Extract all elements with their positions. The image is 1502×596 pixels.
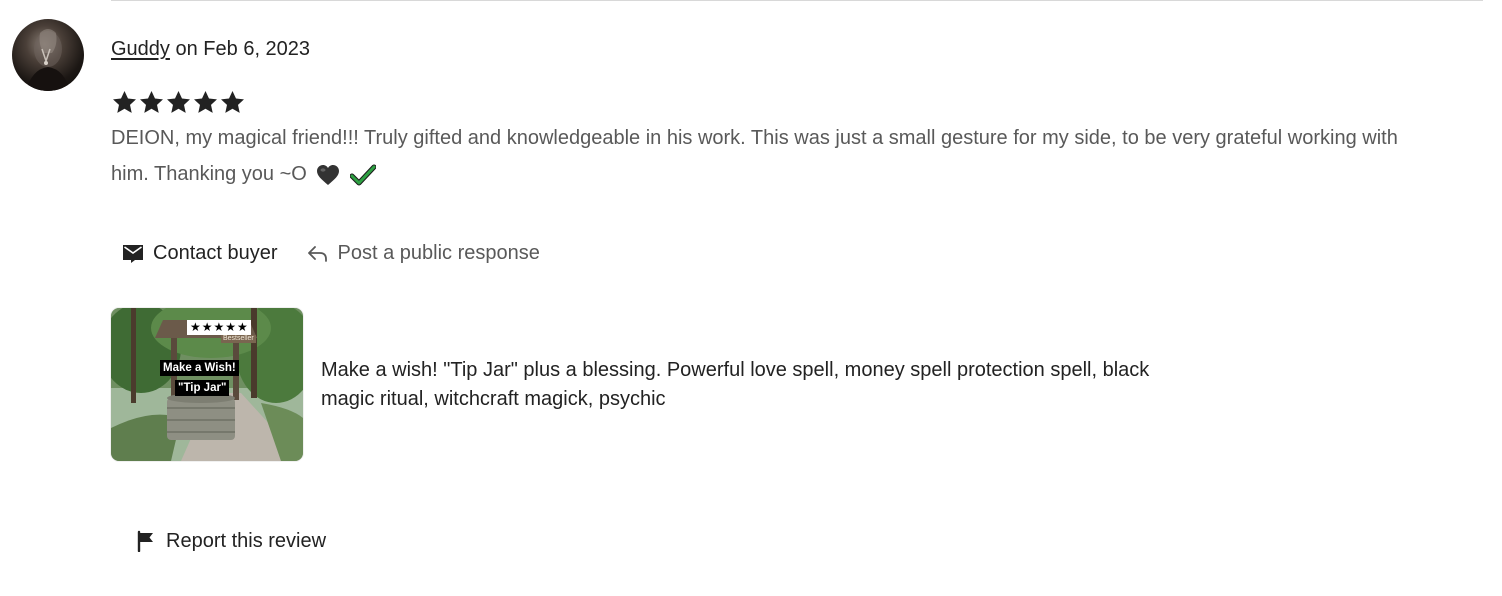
black-heart-icon [316, 164, 340, 186]
star-icon [165, 89, 192, 116]
contact-buyer-label: Contact buyer [153, 241, 278, 264]
review-date: Feb 6, 2023 [203, 38, 311, 60]
purchased-listing: ★★★★★ Bestseller Make a Wish! "Tip Jar" … [111, 308, 1161, 461]
contact-buyer-button[interactable]: Contact buyer [111, 232, 288, 274]
report-review-label: Report this review [166, 529, 327, 552]
listing-title-link[interactable]: Make a wish! "Tip Jar" plus a blessing. … [321, 356, 1161, 414]
thumb-stars: ★★★★★ [188, 320, 251, 335]
reply-arrow-icon [306, 241, 330, 265]
review-body: DEION, my magical friend!!! Truly gifted… [111, 127, 1398, 185]
post-public-response-button[interactable]: Post a public response [296, 232, 550, 274]
star-icon [111, 89, 138, 116]
star-icon [192, 89, 219, 116]
thumb-bestseller-badge: Bestseller [221, 335, 256, 343]
check-mark-icon [349, 164, 376, 186]
top-divider [111, 0, 1483, 1]
post-public-response-label: Post a public response [337, 241, 540, 264]
reviewer-name-link[interactable]: Guddy [111, 38, 170, 60]
thumb-line2: "Tip Jar" [175, 380, 230, 396]
date-prefix: on [169, 38, 204, 60]
star-icon [138, 89, 165, 116]
review-card: Guddy on Feb 6, 2023 DEION, my magical f… [0, 0, 1502, 596]
review-actions: Contact buyer Post a public response [111, 232, 550, 274]
star-icon [219, 89, 246, 116]
review-text: DEION, my magical friend!!! Truly gifted… [111, 120, 1411, 192]
envelope-icon [121, 241, 145, 265]
listing-thumbnail[interactable]: ★★★★★ Bestseller Make a Wish! "Tip Jar" [111, 308, 303, 461]
report-review-button[interactable]: Report this review [126, 520, 336, 562]
flag-icon [136, 530, 156, 552]
thumb-line1: Make a Wish! [160, 360, 239, 376]
star-rating [111, 84, 246, 120]
review-header: Guddy on Feb 6, 2023 [111, 38, 310, 61]
reviewer-avatar[interactable] [12, 19, 84, 91]
